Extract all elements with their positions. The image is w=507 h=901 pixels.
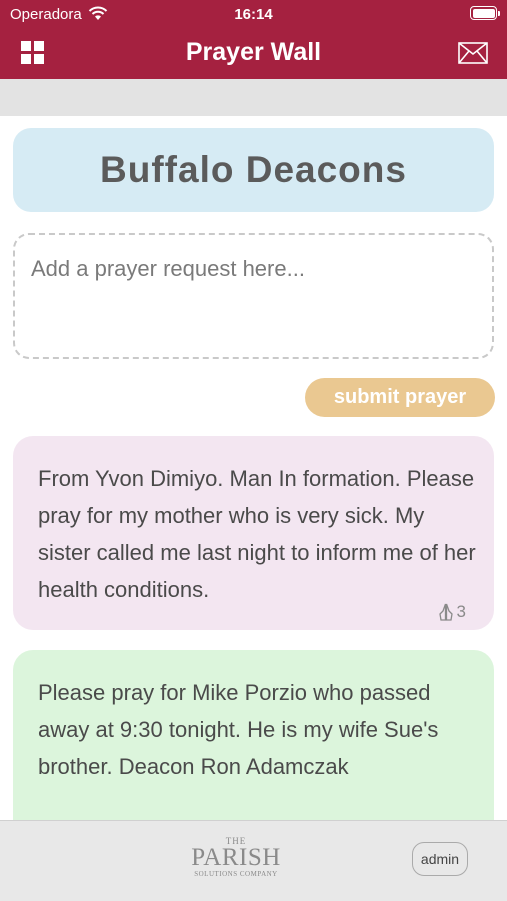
envelope-icon[interactable] [458,42,488,64]
submit-prayer-button[interactable]: submit prayer [305,378,495,417]
admin-button[interactable]: admin [412,842,468,876]
prayer-card: From Yvon Dimiyo. Man In formation. Plea… [13,436,494,630]
footer: THE PARISH SOLUTIONS COMPANY admin [0,820,507,901]
group-banner: Buffalo Deacons [13,128,494,212]
nav-bar: Operadora 16:14 Prayer Wall [0,0,507,79]
prayer-request-box[interactable] [13,233,494,359]
header-divider [0,79,507,116]
battery-icon [470,6,500,20]
page-title: Prayer Wall [185,38,322,66]
parish-solutions-logo: THE PARISH SOLUTIONS COMPANY [191,836,281,878]
prayer-request-input[interactable] [29,255,483,283]
pray-count[interactable]: 3 [438,602,466,622]
prayer-text: From Yvon Dimiyo. Man In formation. Plea… [38,466,476,602]
group-title: Buffalo Deacons [100,149,407,190]
prayer-text: Please pray for Mike Porzio who passed a… [38,680,439,779]
praying-hands-icon [438,603,453,621]
status-time: 16:14 [234,6,273,23]
pray-count-value: 3 [456,602,466,621]
